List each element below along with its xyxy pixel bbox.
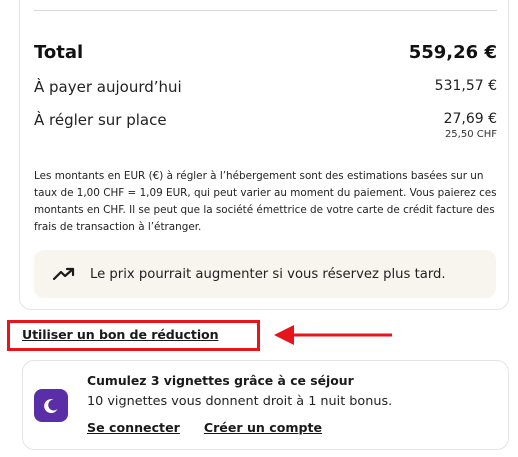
pay-on-site-amounts: 27,69 € 25,50 CHF xyxy=(444,111,497,140)
pay-on-site-row: À régler sur place 27,69 € 25,50 CHF xyxy=(34,111,497,140)
stamps-title: Cumulez 3 vignettes grâce à ce séjour xyxy=(87,373,354,388)
total-value: 559,26 € xyxy=(408,42,497,63)
pointer-arrow xyxy=(274,325,392,345)
stamps-description: 10 vignettes vous donnent droit à 1 nuit… xyxy=(87,394,393,409)
total-label: Total xyxy=(34,42,84,63)
pay-today-label: À payer aujourd’hui xyxy=(34,78,182,96)
total-row: Total 559,26 € xyxy=(34,42,497,63)
price-increase-banner: Le prix pourrait augmenter si vous réser… xyxy=(34,250,496,298)
trending-up-icon xyxy=(52,267,75,281)
stamps-actions: Se connecter Créer un compte xyxy=(87,420,322,435)
pay-today-row: À payer aujourd’hui 531,57 € xyxy=(34,78,497,96)
divider xyxy=(34,10,497,11)
moon-icon xyxy=(44,398,58,413)
use-voucher-link[interactable]: Utiliser un bon de réduction xyxy=(22,327,219,342)
pay-today-value: 531,57 € xyxy=(434,78,497,94)
create-account-link[interactable]: Créer un compte xyxy=(204,420,322,435)
currency-note: Les montants en EUR (€) à régler à l’héb… xyxy=(34,170,497,233)
stamp-badge xyxy=(34,389,68,422)
pay-on-site-value: 27,69 € xyxy=(443,111,497,127)
pay-on-site-chf: 25,50 CHF xyxy=(444,129,497,140)
sign-in-link[interactable]: Se connecter xyxy=(87,420,180,435)
pay-on-site-label: À régler sur place xyxy=(34,111,167,129)
price-banner-text: Le prix pourrait augmenter si vous réser… xyxy=(90,266,446,282)
